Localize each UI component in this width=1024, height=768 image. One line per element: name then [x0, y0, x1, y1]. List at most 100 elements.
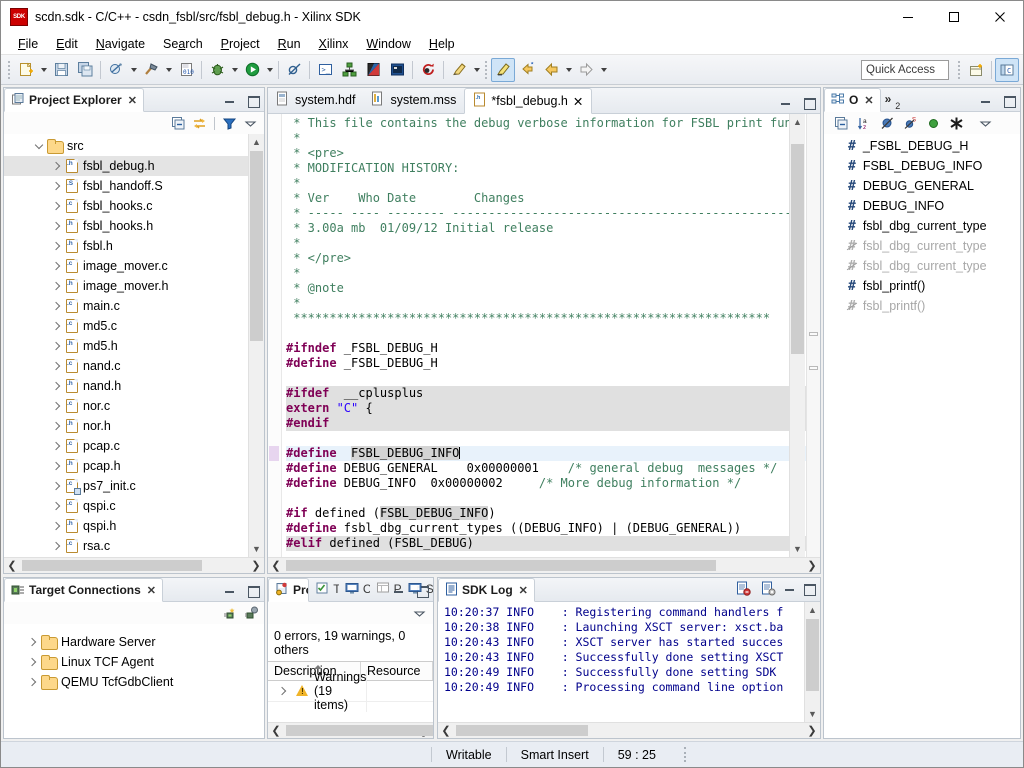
maximize-icon[interactable]	[1003, 94, 1016, 108]
menu-edit[interactable]: Edit	[47, 35, 87, 53]
menu-help[interactable]: Help	[420, 35, 464, 53]
disconnect-icon[interactable]	[241, 604, 260, 622]
marker-pen-icon[interactable]	[447, 58, 471, 82]
chevron-down-icon[interactable]	[30, 138, 47, 155]
code-line[interactable]: #endif	[286, 416, 806, 431]
view-menu-icon[interactable]	[410, 604, 429, 622]
build-dropdown-icon[interactable]	[163, 58, 174, 82]
code-line[interactable]: * @note	[286, 281, 806, 296]
chevron-right-icon[interactable]	[24, 654, 41, 671]
hide-static-icon[interactable]: S	[901, 114, 920, 132]
outline-item[interactable]: # DEBUG_GENERAL	[824, 176, 1020, 196]
menu-search[interactable]: Search	[154, 35, 212, 53]
code-line[interactable]: *	[286, 266, 806, 281]
code-line[interactable]: #if defined (FSBL_DEBUG_INFO)	[286, 506, 806, 521]
scroll-up-icon[interactable]: ▲	[249, 134, 264, 150]
project-explorer-vscrollbar[interactable]: ▲ ▼	[248, 134, 264, 557]
scrollbar-thumb[interactable]	[456, 725, 588, 736]
outline-item[interactable]: # FSBL_DEBUG_INFO	[824, 156, 1020, 176]
chevron-right-icon[interactable]	[48, 458, 65, 475]
refresh-red-icon[interactable]	[416, 58, 440, 82]
project-explorer-hscrollbar[interactable]: ❮ ❯	[4, 557, 264, 573]
problems-rows[interactable]: Warnings (19 items)	[268, 670, 433, 722]
maximize-icon[interactable]	[803, 582, 816, 596]
chevron-right-icon[interactable]	[48, 218, 65, 235]
minimize-icon[interactable]	[393, 584, 406, 597]
close-icon[interactable]: ✕	[573, 94, 583, 109]
save-icon[interactable]	[49, 58, 73, 82]
close-icon[interactable]: ✕	[147, 584, 156, 597]
link-with-editor-icon[interactable]	[190, 114, 209, 132]
outline-overflow-tabs[interactable]: » 2	[881, 88, 907, 111]
editor-left-ruler[interactable]	[268, 114, 282, 557]
code-line[interactable]	[286, 431, 806, 446]
tab-system-hdf[interactable]: system.hdf	[268, 88, 363, 113]
log-settings-icon[interactable]	[759, 579, 778, 597]
system-debugger-icon[interactable]	[337, 58, 361, 82]
chevron-right-icon[interactable]	[48, 258, 65, 275]
scroll-right-icon[interactable]: ❯	[248, 558, 264, 574]
tree-item-fsbl-hooks-c[interactable]: .c fsbl_hooks.c	[4, 196, 264, 216]
outline-list[interactable]: # _FSBL_DEBUG_H # FSBL_DEBUG_INFO # DEBUG_GEN…	[824, 134, 1020, 316]
minimize-icon[interactable]	[224, 94, 237, 107]
tree-item-main-c[interactable]: .c main.c	[4, 296, 264, 316]
hide-fields-icon[interactable]	[878, 114, 897, 132]
chevron-right-icon[interactable]	[48, 398, 65, 415]
chevron-right-icon[interactable]	[274, 683, 291, 700]
perspective-grip[interactable]	[958, 61, 961, 79]
code-line[interactable]	[286, 326, 806, 341]
scrollbar-thumb[interactable]	[286, 560, 716, 571]
chevron-right-icon[interactable]	[48, 498, 65, 515]
code-line[interactable]: #ifndef _FSBL_DEBUG_H	[286, 341, 806, 356]
problems-table-area[interactable]: 0 errors, 19 warnings, 0 others Descript…	[268, 624, 433, 722]
toolbar-grip[interactable]	[8, 60, 11, 79]
editor-overview-ruler[interactable]	[806, 114, 820, 557]
forward-dropdown-icon[interactable]	[598, 58, 609, 82]
filter-icon[interactable]	[220, 114, 239, 132]
code-line[interactable]: ****************************************…	[286, 311, 806, 326]
code-line[interactable]: * ----- ---- -------- ------------------…	[286, 206, 806, 221]
scroll-up-icon[interactable]: ▲	[790, 114, 805, 130]
code-line[interactable]: #define DEBUG_GENERAL 0x00000001 /* gene…	[286, 461, 806, 476]
scroll-left-icon[interactable]: ❮	[268, 723, 284, 739]
minimize-icon[interactable]	[224, 584, 237, 597]
board-icon[interactable]	[385, 58, 409, 82]
tree-item-fsbl-hooks-h[interactable]: .h fsbl_hooks.h	[4, 216, 264, 236]
chevron-right-icon[interactable]	[48, 478, 65, 495]
close-icon[interactable]	[977, 1, 1023, 33]
chevron-right-icon[interactable]	[48, 338, 65, 355]
tree-item-qspi-h[interactable]: .h qspi.h	[4, 516, 264, 536]
tree-item-nor-h[interactable]: .h nor.h	[4, 416, 264, 436]
code-line[interactable]: * 3.00a mb 01/09/12 Initial release	[286, 221, 806, 236]
chevron-right-icon[interactable]	[24, 674, 41, 691]
outline-item[interactable]: # _FSBL_DEBUG_H	[824, 136, 1020, 156]
debug-bug-icon[interactable]	[205, 58, 229, 82]
minimize-icon[interactable]	[784, 582, 797, 595]
sdk-log-vscrollbar[interactable]: ▲ ▼	[804, 602, 820, 722]
tree-item-fsbl-h[interactable]: .h fsbl.h	[4, 236, 264, 256]
code-line[interactable]	[286, 491, 806, 506]
code-line[interactable]: *	[286, 236, 806, 251]
close-icon[interactable]: ✕	[519, 584, 528, 597]
outline-item[interactable]: # fsbl_printf()	[824, 276, 1020, 296]
menu-window[interactable]: Window	[357, 35, 419, 53]
collapse-all-icon[interactable]	[832, 114, 851, 132]
maximize-icon[interactable]	[931, 1, 977, 33]
tree-item-image-mover-h[interactable]: .h image_mover.h	[4, 276, 264, 296]
close-icon[interactable]: ✕	[128, 94, 137, 107]
code-line[interactable]: * Ver Who Date Changes	[286, 191, 806, 206]
code-line[interactable]: #define _FSBL_DEBUG_H	[286, 356, 806, 371]
code-line[interactable]: #define fsbl_dbg_current_types ((DEBUG_I…	[286, 521, 806, 536]
tab-console[interactable]: Co...	[339, 578, 370, 601]
back-history-icon[interactable]	[515, 58, 539, 82]
terminal-icon[interactable]: >_	[313, 58, 337, 82]
code-line[interactable]: * This file contains the debug verbose i…	[286, 116, 806, 131]
tree-item-rsa-c[interactable]: .c rsa.c	[4, 536, 264, 556]
collapse-all-icon[interactable]	[169, 114, 188, 132]
chevron-right-icon[interactable]	[48, 278, 65, 295]
tree-item-src[interactable]: src	[4, 136, 264, 156]
table-row[interactable]: Warnings (19 items)	[268, 670, 433, 712]
sdk-log-hscrollbar[interactable]: ❮ ❯	[438, 722, 820, 738]
tree-item-md5-c[interactable]: .c md5.c	[4, 316, 264, 336]
tree-item-nor-c[interactable]: .c nor.c	[4, 396, 264, 416]
